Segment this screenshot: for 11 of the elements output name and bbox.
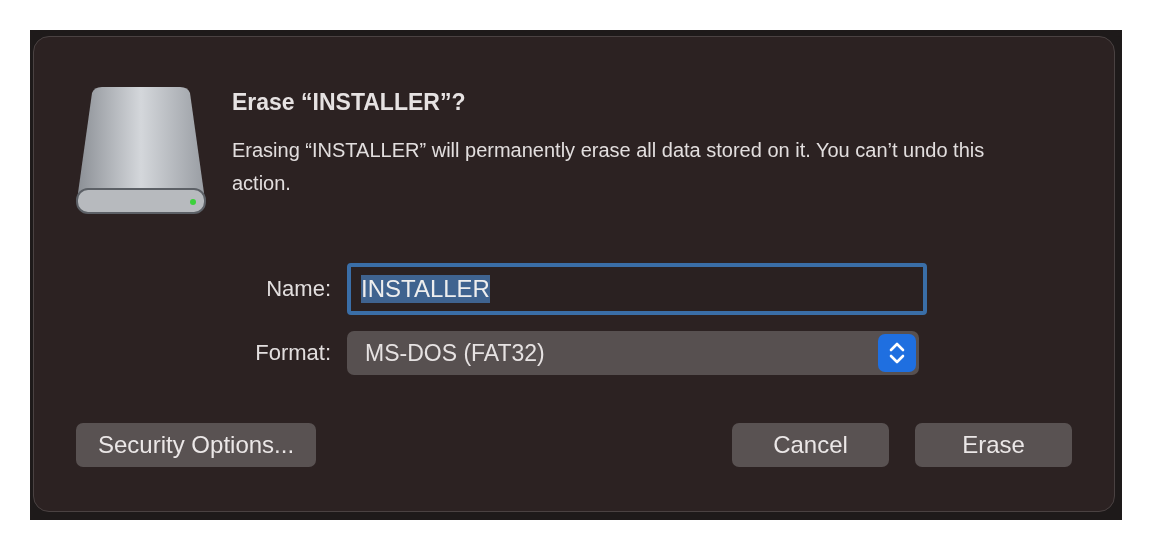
field-label: Name:	[265, 276, 331, 302]
external-drive-icon	[76, 85, 206, 215]
dialog-button[interactable]: Erase	[915, 423, 1072, 467]
stepper-arrows-icon	[878, 334, 916, 372]
dialog-message: Erasing “INSTALLER” will permanently erase all data stored on it. You can’t undo this action.	[232, 138, 986, 196]
dialog-button[interactable]: Cancel	[732, 423, 889, 467]
field-label: Format:	[254, 340, 331, 366]
dialog-button[interactable]: Security Options...	[76, 423, 317, 467]
name-field[interactable]: INSTALLER	[347, 263, 927, 315]
format-popup[interactable]: MS-DOS (FAT32)	[347, 331, 919, 375]
dialog-title: Erase “INSTALLER”?	[232, 89, 467, 116]
